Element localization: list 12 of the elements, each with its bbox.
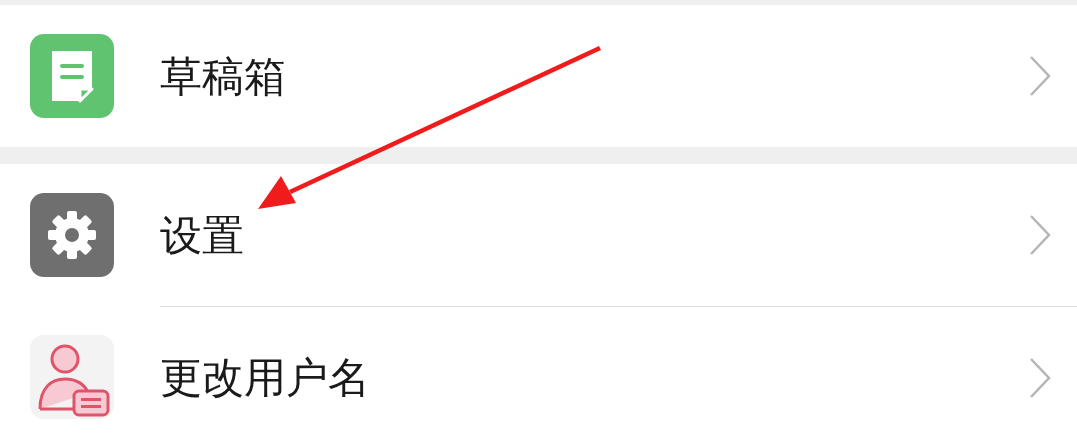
document-icon <box>30 34 114 118</box>
gear-icon <box>30 193 114 277</box>
menu-item[interactable]: 设置 <box>0 164 1077 306</box>
menu-label: 设置 <box>160 209 245 262</box>
menu-label: 更改用户名 <box>160 352 371 404</box>
chevron-right-icon <box>1029 55 1051 97</box>
chevron-right-icon <box>1029 214 1051 256</box>
user-card-icon <box>30 335 114 419</box>
menu-label: 草稿箱 <box>160 50 287 103</box>
menu-item[interactable]: 更改用户名 <box>0 306 1077 446</box>
menu-item[interactable]: 草稿箱 <box>0 5 1077 147</box>
chevron-right-icon <box>1029 356 1051 399</box>
